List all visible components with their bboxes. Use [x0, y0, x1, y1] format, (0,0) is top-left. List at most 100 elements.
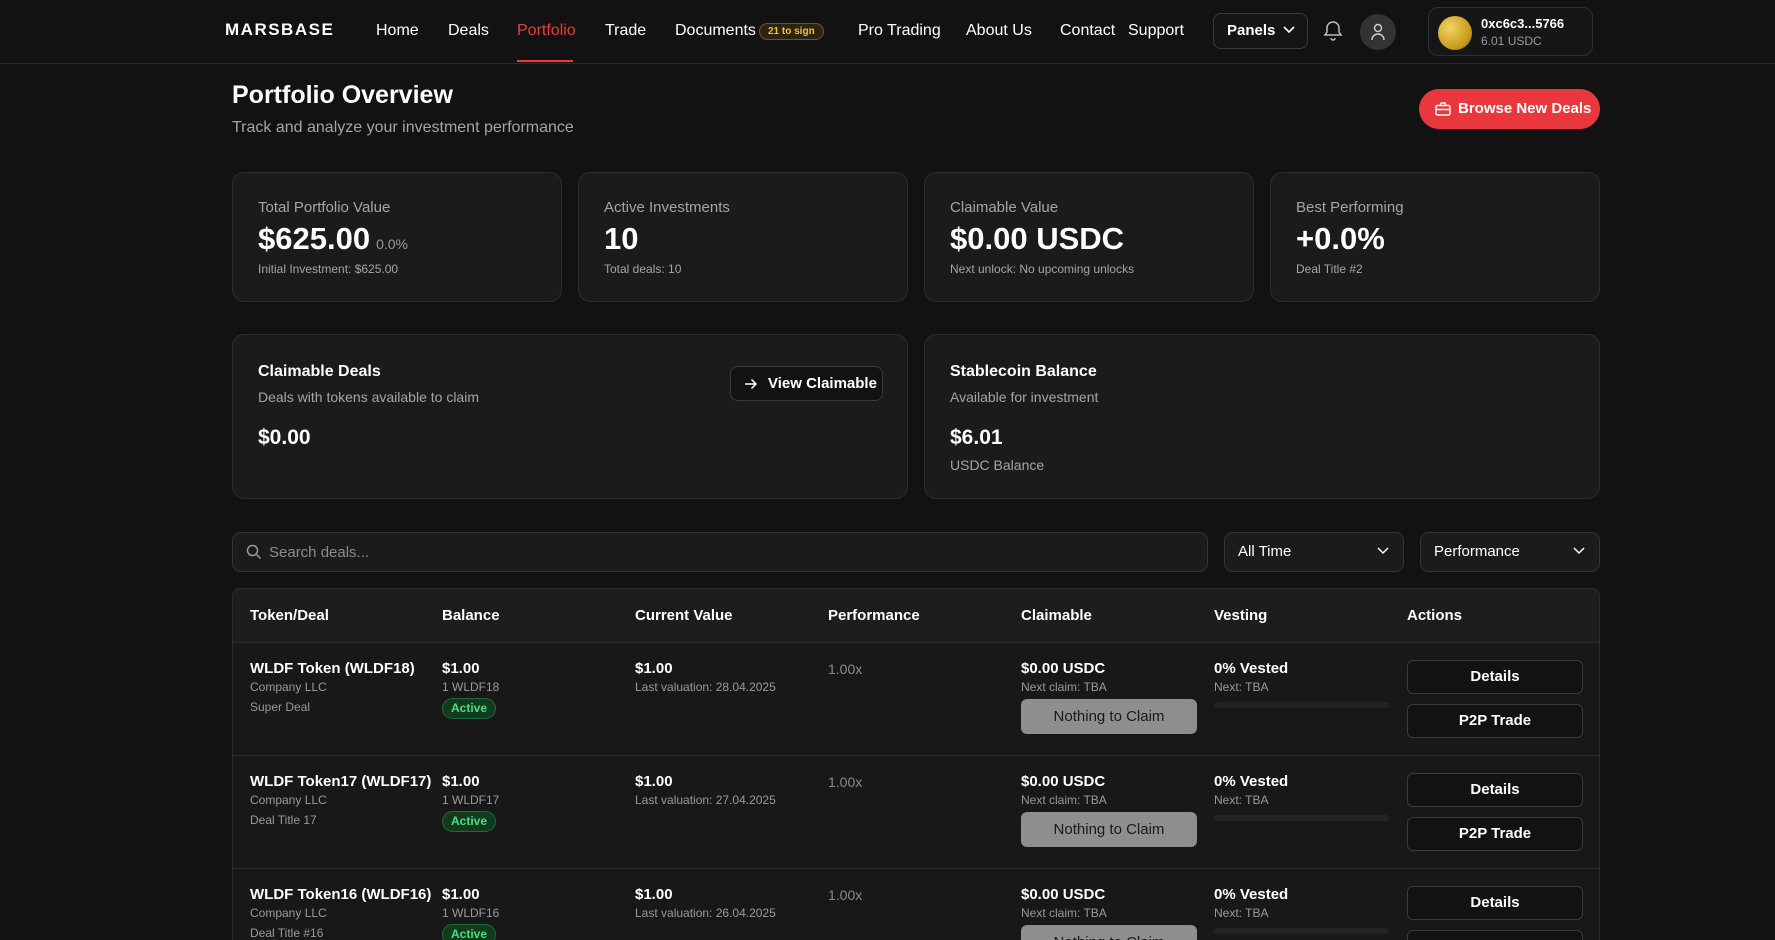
last-valuation: Last valuation: 26.04.2025: [635, 906, 776, 920]
stat-label: Claimable Value: [950, 199, 1059, 216]
company-name: Company LLC: [250, 906, 327, 920]
chevron-down-icon: [1573, 547, 1585, 555]
company-name: Company LLC: [250, 680, 327, 694]
current-value: $1.00: [635, 660, 673, 677]
token-name[interactable]: WLDF Token (WLDF18): [250, 660, 415, 677]
vesting-progress-bar: [1214, 815, 1389, 821]
page-title: Portfolio Overview: [232, 81, 453, 109]
vesting-progress-bar: [1214, 702, 1389, 708]
balance-units: 1 WLDF18: [442, 680, 500, 694]
active-nav-indicator: [517, 60, 573, 62]
stablecoin-title: Stablecoin Balance: [950, 363, 1097, 380]
status-badge: Active: [442, 924, 497, 940]
nav-link-about-us[interactable]: About Us: [966, 22, 1032, 40]
table-row: WLDF Token17 (WLDF17) Company LLC Deal T…: [233, 756, 1599, 869]
nav-link-portfolio[interactable]: Portfolio: [517, 22, 576, 40]
last-valuation: Last valuation: 28.04.2025: [635, 680, 776, 694]
company-name: Company LLC: [250, 793, 327, 807]
documents-sign-badge[interactable]: 21 to sign: [759, 23, 824, 40]
stat-value: 10: [604, 221, 639, 256]
performance-value: 1.00x: [828, 661, 863, 677]
stat-card-active-investments: Active Investments 10 Total deals: 10: [578, 172, 908, 302]
search-input[interactable]: [269, 533, 1189, 571]
claim-button[interactable]: Nothing to Claim: [1021, 925, 1197, 940]
nav-link-home[interactable]: Home: [376, 22, 419, 40]
briefcase-icon: [1435, 102, 1451, 116]
wallet-button[interactable]: 0xc6c3...5766 6.01 USDC: [1428, 7, 1593, 56]
chevron-down-icon: [1377, 547, 1389, 555]
nav-link-pro-trading[interactable]: Pro Trading: [858, 22, 941, 40]
claim-button[interactable]: Nothing to Claim: [1021, 699, 1197, 734]
stablecoin-balance-card: Stablecoin Balance Available for investm…: [924, 334, 1600, 499]
stat-card-total-value: Total Portfolio Value $625.00 0.0% Initia…: [232, 172, 562, 302]
nav-link-documents[interactable]: Documents: [675, 22, 756, 40]
panels-dropdown-button[interactable]: Panels: [1213, 13, 1308, 49]
p2p-trade-button[interactable]: P2P Trade: [1407, 930, 1583, 940]
details-button[interactable]: Details: [1407, 886, 1583, 920]
stat-value: +0.0%: [1296, 221, 1385, 256]
bell-icon[interactable]: [1323, 20, 1343, 42]
stablecoin-value: $6.01: [950, 426, 1003, 449]
stat-card-claimable-value: Claimable Value $0.00 USDC Next unlock: …: [924, 172, 1254, 302]
claimable-value: $0.00 USDC: [1021, 886, 1106, 903]
column-header-token: Token/Deal: [250, 607, 329, 624]
chevron-down-icon: [1283, 26, 1295, 34]
next-claim: Next claim: TBA: [1021, 793, 1107, 807]
nav-link-trade[interactable]: Trade: [605, 22, 646, 40]
sort-select-value: Performance: [1434, 543, 1520, 560]
stat-sub: Initial Investment: $625.00: [258, 262, 399, 276]
balance-units: 1 WLDF17: [442, 793, 500, 807]
stat-sub: Deal Title #2: [1296, 262, 1363, 276]
deal-name: Deal Title #16: [250, 926, 324, 940]
p2p-trade-button[interactable]: P2P Trade: [1407, 704, 1583, 738]
claimable-deals-card: Claimable Deals Deals with tokens availa…: [232, 334, 908, 499]
stat-value: $0.00 USDC: [950, 221, 1125, 256]
view-claimable-button[interactable]: View Claimable: [730, 366, 883, 401]
search-icon: [246, 544, 262, 560]
period-select[interactable]: All Time: [1224, 532, 1404, 572]
wallet-balance: 6.01 USDC: [1481, 34, 1542, 48]
portfolio-table: Token/Deal Balance Current Value Perform…: [232, 588, 1600, 940]
claim-button[interactable]: Nothing to Claim: [1021, 812, 1197, 847]
next-claim: Next claim: TBA: [1021, 906, 1107, 920]
top-navigation: MARSBASE Home Deals Portfolio Trade Docu…: [0, 0, 1775, 64]
balance-units: 1 WLDF16: [442, 906, 500, 920]
next-vest: Next: TBA: [1214, 906, 1269, 920]
user-icon: [1371, 23, 1385, 41]
nav-link-support[interactable]: Support: [1128, 22, 1184, 40]
balance-value: $1.00: [442, 773, 480, 790]
arrow-right-icon: [745, 378, 758, 390]
balance-value: $1.00: [442, 660, 480, 677]
token-name[interactable]: WLDF Token16 (WLDF16): [250, 886, 431, 903]
user-profile-button[interactable]: [1360, 14, 1396, 50]
vested-percent: 0% Vested: [1214, 773, 1289, 790]
column-header-current-value: Current Value: [635, 607, 733, 624]
claimable-value: $0.00 USDC: [1021, 660, 1106, 677]
table-row: WLDF Token16 (WLDF16) Company LLC Deal T…: [233, 869, 1599, 940]
wallet-coin-icon: [1438, 16, 1472, 50]
nav-link-contact[interactable]: Contact: [1060, 22, 1115, 40]
table-header: Token/Deal Balance Current Value Perform…: [233, 589, 1599, 643]
vesting-progress-bar: [1214, 928, 1389, 934]
page-subtitle: Track and analyze your investment perfor…: [232, 119, 574, 136]
deal-name: Super Deal: [250, 700, 311, 714]
logo[interactable]: MARSBASE: [225, 20, 334, 40]
p2p-trade-button[interactable]: P2P Trade: [1407, 817, 1583, 851]
details-button[interactable]: Details: [1407, 660, 1583, 694]
nav-link-deals[interactable]: Deals: [448, 22, 489, 40]
search-box: [232, 532, 1208, 572]
column-header-vesting: Vesting: [1214, 607, 1268, 624]
claimable-value: $0.00 USDC: [1021, 773, 1106, 790]
wallet-address: 0xc6c3...5766: [1481, 16, 1565, 31]
column-header-actions: Actions: [1407, 607, 1463, 624]
sort-select[interactable]: Performance: [1420, 532, 1600, 572]
browse-new-deals-button[interactable]: Browse New Deals: [1419, 89, 1600, 129]
status-badge: Active: [442, 698, 497, 719]
token-name[interactable]: WLDF Token17 (WLDF17): [250, 773, 431, 790]
stat-label: Active Investments: [604, 199, 730, 216]
vested-percent: 0% Vested: [1214, 660, 1289, 677]
last-valuation: Last valuation: 27.04.2025: [635, 793, 776, 807]
current-value: $1.00: [635, 886, 673, 903]
next-claim: Next claim: TBA: [1021, 680, 1107, 694]
details-button[interactable]: Details: [1407, 773, 1583, 807]
